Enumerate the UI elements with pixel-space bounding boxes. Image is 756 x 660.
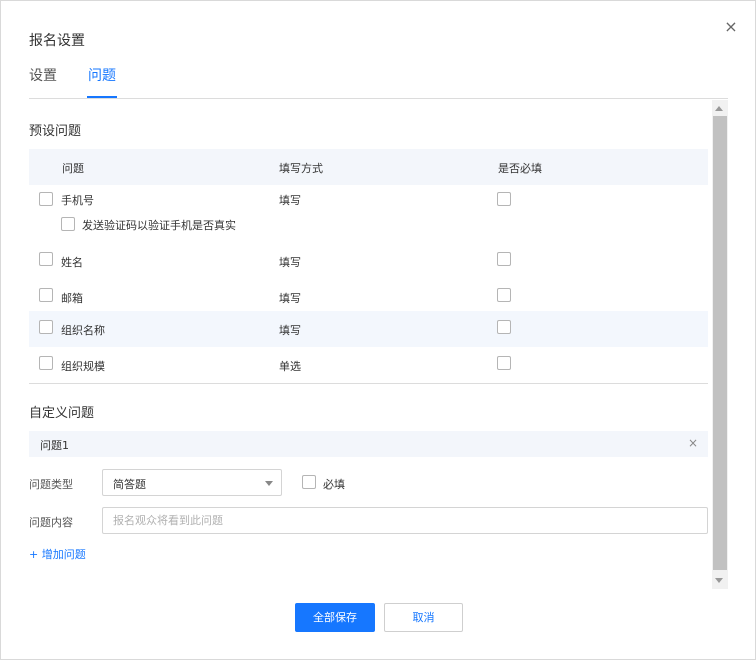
scroll-down-icon[interactable] [715,578,723,583]
question-type-label: 问题类型 [29,478,73,491]
custom-required-label: 必填 [323,478,345,491]
select-checkbox-phone[interactable] [39,192,53,206]
question-type-select[interactable]: 简答题 [102,469,282,496]
table-row: 组织名称 填写 [29,311,708,347]
preset-questions-title: 预设问题 [29,124,82,139]
question-name: 姓名 [61,256,83,269]
scrollbar-thumb[interactable] [713,116,727,570]
add-question-button[interactable]: + 增加问题 [29,546,86,562]
custom-required-checkbox[interactable] [302,475,316,489]
required-checkbox-org-size[interactable] [497,356,511,370]
question-type-value: 简答题 [113,478,146,491]
required-checkbox-email[interactable] [497,288,511,302]
scroll-up-icon[interactable] [715,106,723,111]
registration-settings-dialog: 报名设置 × 设置 问题 预设问题 问题 填写方式 是否必填 手机号 填写 发送… [0,0,756,660]
tab-questions[interactable]: 问题 [87,67,117,98]
question-name: 手机号 [61,194,94,207]
fill-method: 填写 [279,194,301,207]
save-all-button[interactable]: 全部保存 [295,603,375,632]
question-name: 邮箱 [61,292,83,305]
fill-method: 填写 [279,324,301,337]
cancel-button[interactable]: 取消 [384,603,463,632]
tab-bar: 设置 问题 [29,67,728,99]
select-checkbox-org-name[interactable] [39,320,53,334]
table-header: 问题 填写方式 是否必填 [29,149,708,185]
fill-method: 单选 [279,360,301,373]
table-row: 组织规模 单选 [29,347,708,383]
phone-verify-checkbox[interactable] [61,217,75,231]
question-name: 组织名称 [61,324,105,337]
table-row: 姓名 填写 [29,243,708,279]
chevron-down-icon [265,481,273,486]
question-content-input[interactable] [102,507,708,534]
required-checkbox-name[interactable] [497,252,511,266]
questions-panel: 预设问题 问题 填写方式 是否必填 手机号 填写 发送验证码以验证手机是否真实 … [29,99,728,589]
question-content-label: 问题内容 [29,516,73,529]
select-checkbox-org-size[interactable] [39,356,53,370]
required-checkbox-org-name[interactable] [497,320,511,334]
question-name: 组织规模 [61,360,105,373]
custom-question-header: 问题1 × [29,431,708,457]
column-header-question: 问题 [62,162,84,175]
column-header-method: 填写方式 [279,162,323,175]
section-divider [29,383,708,384]
custom-question-label: 问题1 [40,439,69,452]
select-checkbox-email[interactable] [39,288,53,302]
fill-method: 填写 [279,256,301,269]
tab-settings[interactable]: 设置 [29,67,57,85]
select-checkbox-name[interactable] [39,252,53,266]
table-row: 手机号 填写 发送验证码以验证手机是否真实 [29,185,708,243]
custom-questions-title: 自定义问题 [29,406,95,421]
column-header-required: 是否必填 [498,162,542,175]
vertical-scrollbar[interactable] [712,100,728,589]
fill-method: 填写 [279,292,301,305]
phone-verify-label: 发送验证码以验证手机是否真实 [82,219,236,232]
close-icon[interactable]: × [723,19,739,35]
required-checkbox-phone[interactable] [497,192,511,206]
table-row: 邮箱 填写 [29,279,708,315]
dialog-title: 报名设置 [29,33,85,49]
remove-question-icon[interactable]: × [688,436,698,450]
